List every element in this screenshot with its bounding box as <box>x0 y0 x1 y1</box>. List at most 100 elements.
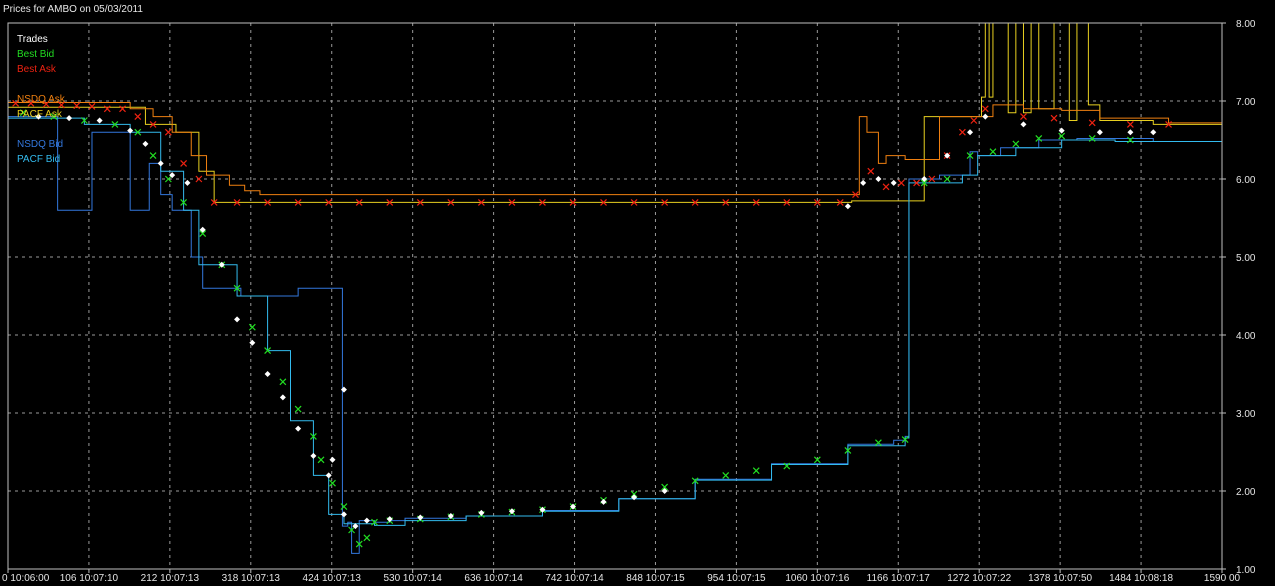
trade-marker <box>325 472 332 479</box>
best-ask-marker <box>1088 119 1096 127</box>
x-tick-label: 1166 10:07:17 <box>867 573 931 584</box>
trade-marker <box>600 498 607 505</box>
best-ask-marker <box>867 167 875 175</box>
x-tick-labels: 0 10:06:00 106 10:07:10 212 10:07:13 318 10… <box>2 569 1241 584</box>
trade-marker <box>329 456 336 463</box>
best-ask-marker <box>897 179 905 187</box>
trade-marker <box>1127 129 1134 136</box>
trade-marker <box>1058 127 1065 134</box>
best-ask-marker <box>970 117 978 124</box>
best-bid-marker <box>149 152 157 160</box>
best-bid-marker <box>329 479 336 487</box>
x-tick-label: 530 10:07:14 <box>383 573 442 584</box>
price-chart: 0 10:06:00 106 10:07:10 212 10:07:13 318 10… <box>2 19 1256 584</box>
trade-marker <box>340 511 347 518</box>
axes-frame <box>7 22 1223 570</box>
trade-marker <box>631 494 638 501</box>
legend-pacf-ask: PACF Ask <box>17 109 63 120</box>
trade-marker <box>417 514 424 521</box>
best-ask-marker <box>180 159 188 167</box>
legend-best-bid: Best Bid <box>17 49 54 60</box>
x-tick-label: 1484 10:08:18 <box>1109 573 1173 584</box>
y-tick-label: 6.00 <box>1236 175 1256 186</box>
best-ask-marker <box>73 102 81 110</box>
legend-pacf-bid: PACF Bid <box>17 154 60 165</box>
trade-marker <box>1020 121 1027 128</box>
trade-marker <box>967 129 974 136</box>
trade-marker <box>249 339 256 346</box>
best-bid-marker <box>294 405 302 413</box>
pacf-ask-line <box>8 22 1222 203</box>
trade-marker <box>234 316 241 323</box>
trade-marker <box>875 176 882 182</box>
trade-marker <box>157 160 164 167</box>
y-tick-label: 4.00 <box>1236 331 1256 342</box>
trade-marker <box>363 517 370 524</box>
nsdq-ask-line <box>8 102 1222 196</box>
x-tick-label: 424 10:07:13 <box>303 573 362 584</box>
y-tick-label: 3.00 <box>1236 409 1256 420</box>
trade-marker <box>844 203 851 210</box>
trade-marker <box>66 115 73 122</box>
trade-marker <box>890 179 897 186</box>
best-bid-marker <box>722 471 730 479</box>
trade-marker <box>860 179 867 186</box>
best-bid-marker <box>1012 140 1020 148</box>
trade-marker <box>142 140 149 147</box>
x-tick-label: 636 10:07:14 <box>464 573 523 584</box>
legend-best-ask: Best Ask <box>17 64 57 75</box>
best-ask-marker <box>195 175 203 183</box>
plot-border <box>7 22 1223 570</box>
x-tick-label: 848 10:07:15 <box>626 573 685 584</box>
trade-marker <box>279 394 286 401</box>
y-tick-labels: 8.00 7.00 6.00 5.00 4.00 3.00 2.00 1.00 <box>1222 19 1256 576</box>
best-bid-marker <box>340 503 348 511</box>
best-ask-marker <box>88 103 96 110</box>
best-ask-marker <box>1126 120 1134 128</box>
legend-nsdq-bid: NSDQ Bid <box>17 139 63 150</box>
best-bid-marker <box>279 378 287 386</box>
best-ask-marker <box>981 105 989 113</box>
x-tick-label: 1272 10:07:22 <box>947 573 1011 584</box>
x-tick-label: 1060 10:07:16 <box>785 573 849 584</box>
best-ask-marker <box>1050 114 1058 122</box>
best-bid-marker <box>943 175 951 183</box>
trade-marker <box>184 179 191 186</box>
best-bid-marker <box>989 148 997 156</box>
trade-marker <box>1096 129 1103 136</box>
trade-marker <box>386 516 393 523</box>
y-tick-label: 8.00 <box>1236 19 1256 30</box>
x-tick-label: 0 10:06:00 <box>2 573 50 584</box>
trade-marker <box>310 452 317 459</box>
trade-marker <box>295 425 302 432</box>
trade-marker <box>982 113 989 120</box>
trade-marker <box>264 371 271 377</box>
x-tick-label: 106 10:07:10 <box>60 573 119 584</box>
grid-lines <box>8 23 1222 569</box>
y-tick-label: 1.00 <box>1236 565 1256 576</box>
best-bid-marker <box>874 439 882 447</box>
best-ask-marker <box>164 128 172 136</box>
best-bid-marker <box>752 467 760 475</box>
legend-nsdq-ask: NSDQ Ask <box>17 94 66 105</box>
y-tick-label: 5.00 <box>1236 253 1256 264</box>
x-tick-label: 954 10:07:15 <box>707 573 766 584</box>
best-bid-marker <box>1058 132 1066 140</box>
best-bid-marker <box>248 323 256 331</box>
x-tick-label: 1378 10:07:50 <box>1028 573 1092 584</box>
best-ask-marker <box>134 113 142 121</box>
best-bid-marker <box>317 456 325 464</box>
trade-marker <box>1150 129 1157 136</box>
best-ask-marker <box>882 183 890 191</box>
x-tick-label: 742 10:07:14 <box>545 573 604 584</box>
trade-marker <box>340 386 347 393</box>
x-tick-label: 318 10:07:13 <box>222 573 281 584</box>
legend-trades: Trades <box>17 34 48 45</box>
series-layer <box>8 22 1222 554</box>
trade-marker <box>127 127 134 134</box>
y-tick-label: 7.00 <box>1236 97 1256 108</box>
best-bid-marker <box>1126 136 1134 144</box>
y-tick-label: 2.00 <box>1236 487 1256 498</box>
trade-marker <box>96 117 103 124</box>
best-ask-marker <box>1020 113 1027 121</box>
